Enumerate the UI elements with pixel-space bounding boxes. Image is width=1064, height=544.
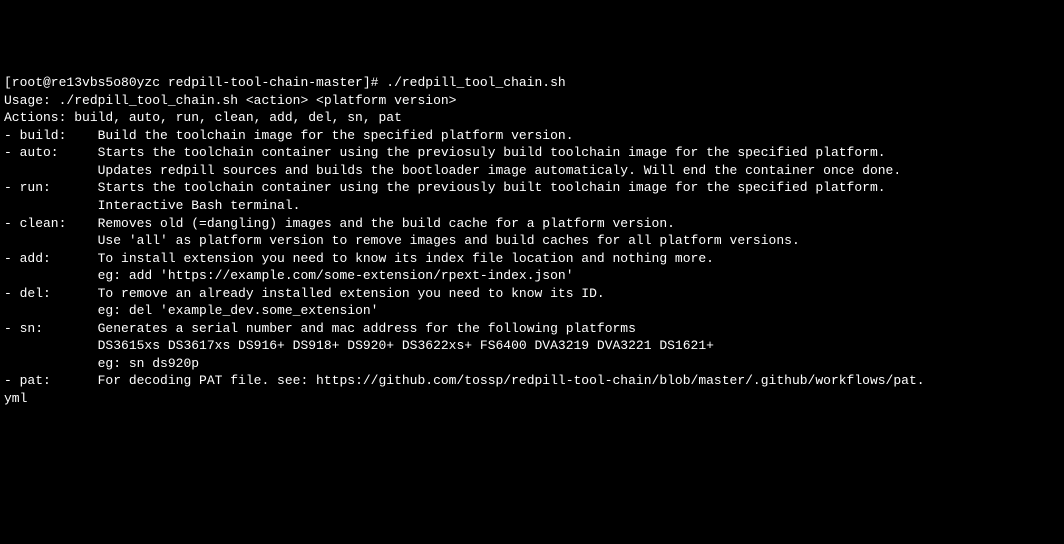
sn-line-2: DS3615xs DS3617xs DS916+ DS918+ DS920+ D… bbox=[4, 337, 1060, 355]
indent bbox=[4, 163, 98, 178]
pat-line-1: - pat: For decoding PAT file. see: https… bbox=[4, 372, 1060, 390]
clean-line-1: - clean: Removes old (=dangling) images … bbox=[4, 215, 1060, 233]
clean-desc-1: Removes old (=dangling) images and the b… bbox=[98, 216, 675, 231]
auto-desc-1: Starts the toolchain container using the… bbox=[98, 145, 886, 160]
pat-label: - pat: bbox=[4, 373, 98, 388]
sn-label: - sn: bbox=[4, 321, 98, 336]
build-desc: Build the toolchain image for the specif… bbox=[98, 128, 574, 143]
indent bbox=[4, 356, 98, 371]
indent bbox=[4, 303, 98, 318]
del-desc-2: eg: del 'example_dev.some_extension' bbox=[98, 303, 379, 318]
run-label: - run: bbox=[4, 180, 98, 195]
sn-desc-2: DS3615xs DS3617xs DS916+ DS918+ DS920+ D… bbox=[98, 338, 714, 353]
auto-desc-2: Updates redpill sources and builds the b… bbox=[98, 163, 902, 178]
add-line-2: eg: add 'https://example.com/some-extens… bbox=[4, 267, 1060, 285]
sn-desc-1: Generates a serial number and mac addres… bbox=[98, 321, 636, 336]
clean-label: - clean: bbox=[4, 216, 98, 231]
build-line-1: - build: Build the toolchain image for t… bbox=[4, 127, 1060, 145]
del-desc-1: To remove an already installed extension… bbox=[98, 286, 605, 301]
add-line-1: - add: To install extension you need to … bbox=[4, 250, 1060, 268]
del-label: - del: bbox=[4, 286, 98, 301]
build-label: - build: bbox=[4, 128, 98, 143]
del-line-2: eg: del 'example_dev.some_extension' bbox=[4, 302, 1060, 320]
auto-line-2: Updates redpill sources and builds the b… bbox=[4, 162, 1060, 180]
clean-line-2: Use 'all' as platform version to remove … bbox=[4, 232, 1060, 250]
run-line-2: Interactive Bash terminal. bbox=[4, 197, 1060, 215]
clean-desc-2: Use 'all' as platform version to remove … bbox=[98, 233, 800, 248]
pat-line-2: yml bbox=[4, 390, 1060, 408]
auto-label: - auto: bbox=[4, 145, 98, 160]
del-line-1: - del: To remove an already installed ex… bbox=[4, 285, 1060, 303]
indent bbox=[4, 233, 98, 248]
sn-desc-3: eg: sn ds920p bbox=[98, 356, 199, 371]
indent bbox=[4, 198, 98, 213]
run-line-1: - run: Starts the toolchain container us… bbox=[4, 179, 1060, 197]
add-desc-2: eg: add 'https://example.com/some-extens… bbox=[98, 268, 574, 283]
sn-line-3: eg: sn ds920p bbox=[4, 355, 1060, 373]
prompt-line: [root@re13vbs5o80yzc redpill-tool-chain-… bbox=[4, 74, 1060, 92]
add-desc-1: To install extension you need to know it… bbox=[98, 251, 714, 266]
sn-line-1: - sn: Generates a serial number and mac … bbox=[4, 320, 1060, 338]
run-desc-1: Starts the toolchain container using the… bbox=[98, 180, 886, 195]
actions-list: Actions: build, auto, run, clean, add, d… bbox=[4, 109, 1060, 127]
usage-line: Usage: ./redpill_tool_chain.sh <action> … bbox=[4, 92, 1060, 110]
indent bbox=[4, 338, 98, 353]
pat-desc-1: For decoding PAT file. see: https://gith… bbox=[98, 373, 925, 388]
run-desc-2: Interactive Bash terminal. bbox=[98, 198, 301, 213]
add-label: - add: bbox=[4, 251, 98, 266]
auto-line-1: - auto: Starts the toolchain container u… bbox=[4, 144, 1060, 162]
terminal-output: [root@re13vbs5o80yzc redpill-tool-chain-… bbox=[4, 74, 1060, 407]
indent bbox=[4, 268, 98, 283]
